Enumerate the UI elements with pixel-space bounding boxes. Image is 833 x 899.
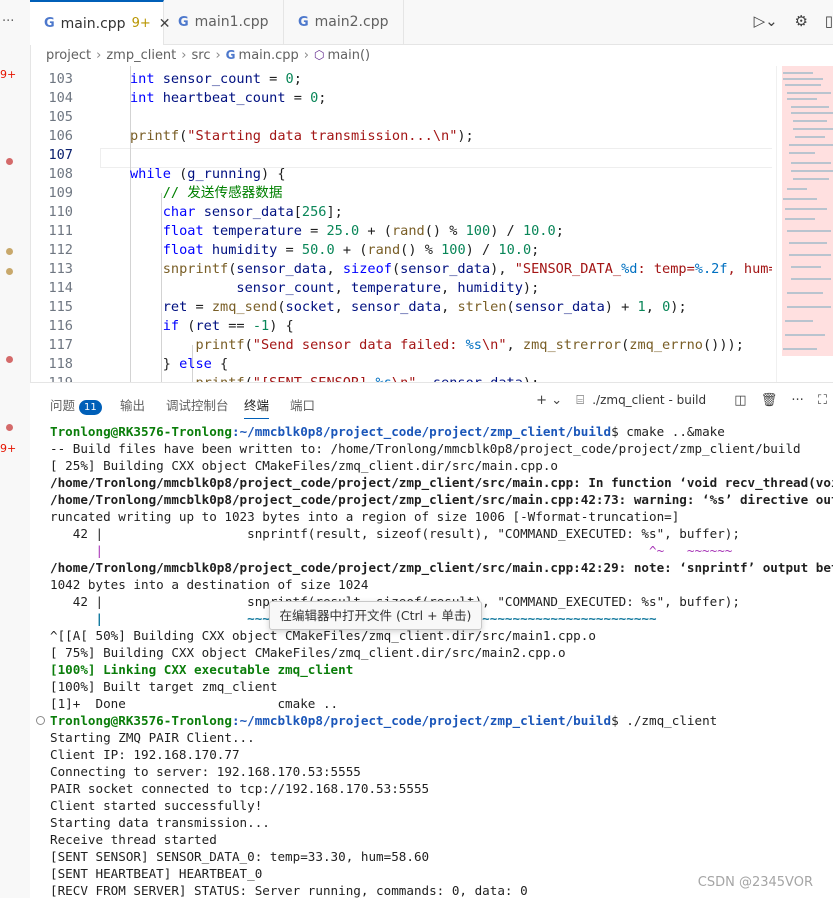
terminal-line: Tronlong@RK3576-Tronlong:~/mmcblk0p8/pro… (50, 424, 725, 439)
breakpoint-dot (6, 424, 13, 431)
function-icon: ⬡ (314, 48, 325, 62)
command-decoration-icon[interactable] (36, 716, 45, 725)
more-icon[interactable]: ··· (791, 393, 803, 408)
code-editor[interactable]: 103 int sensor_count = 0; 104 int heartbea… (30, 66, 772, 382)
maximize-panel-icon[interactable]: ⛶ (818, 393, 827, 408)
split-terminal-icon[interactable]: ◫ (734, 393, 746, 408)
terminal-line: Tronlong@RK3576-Tronlong:~/mmcblk0p8/pro… (50, 713, 718, 728)
more-icon[interactable]: ··· (2, 14, 14, 29)
cpp-file-icon: G (44, 16, 55, 31)
terminal-line: Client IP: 192.168.170.77 (50, 747, 240, 762)
tab-ports[interactable]: 端口 (290, 395, 315, 414)
tab-problem-count: 9+ (131, 16, 151, 31)
terminal-line: [SENT HEARTBEAT] HEARTBEAT_0 (50, 866, 263, 881)
terminal-output[interactable]: Tronlong@RK3576-Tronlong:~/mmcblk0p8/pro… (50, 421, 833, 899)
tab-label: main2.cpp (314, 14, 389, 30)
breakpoint-dot (6, 356, 13, 363)
chevron-right-icon: › (96, 47, 102, 63)
problem-count-badge: 11 (79, 400, 102, 415)
breadcrumb: project › zmp_client › src › Gmain.cpp › ⬡ ma… (46, 44, 370, 66)
editor-actions: ▷⌄ ⚙ ▯ (742, 12, 833, 30)
terminal-line: Connecting to server: 192.168.170.53:555… (50, 764, 361, 779)
terminal-line: [RECV FROM SERVER] STATUS: Server runnin… (50, 883, 528, 898)
breakpoint-dot (6, 268, 13, 275)
watermark: CSDN @2345VOR (697, 875, 813, 890)
terminal-line: [ 75%] Building CXX object CMakeFiles/zm… (50, 645, 566, 660)
terminal-line: [100%] Linking CXX executable zmq_client (50, 662, 354, 677)
minimap-error-region (782, 66, 833, 356)
terminal-line: [SENT SENSOR] SENSOR_DATA_0: temp=33.30,… (50, 849, 430, 864)
bottom-panel: 问题 11 输出 调试控制台 终端 端口 + ⌄ ⌸ ./zmq_client -… (30, 382, 833, 899)
terminal-line: /home/Tronlong/mmcblk0p8/project_code/pr… (50, 492, 833, 507)
link-tooltip: 在编辑器中打开文件 (Ctrl + 单击) (269, 601, 482, 630)
terminal-line: | ^~ ~~~~~~ (50, 543, 733, 558)
chevron-right-icon: › (303, 47, 309, 63)
run-debug-icon[interactable]: ▷⌄ (754, 12, 778, 30)
chevron-right-icon: › (215, 47, 221, 63)
trash-icon[interactable]: 🗑 (761, 393, 778, 408)
activity-strip: ··· 9+ 9+ (0, 0, 31, 898)
tab-label: main.cpp (60, 15, 126, 32)
tab-problems[interactable]: 问题 11 (50, 395, 102, 415)
breadcrumb-item[interactable]: zmp_client (106, 48, 176, 63)
terminal-line: 42 | snprintf(result, sizeof(result), "C… (50, 526, 740, 541)
terminal-line: Client started successfully! (50, 798, 263, 813)
breadcrumb-item[interactable]: project (46, 48, 91, 63)
terminal-icon: ⌸ (576, 393, 585, 408)
breadcrumb-item[interactable]: src (191, 48, 210, 63)
cpp-file-icon: G (178, 14, 189, 30)
terminal-line: Starting data transmission... (50, 815, 270, 830)
tab-main1-cpp[interactable]: G main1.cpp (164, 0, 284, 44)
split-editor-icon[interactable]: ▯ (825, 12, 833, 30)
terminal-line: /home/Tronlong/mmcblk0p8/project_code/pr… (50, 560, 833, 575)
editor-tab-bar: G main.cpp 9+ ✕ G main1.cpp G main2.cpp … (30, 0, 833, 45)
breadcrumb-item[interactable]: main() (327, 48, 370, 63)
tab-main-cpp[interactable]: G main.cpp 9+ ✕ (30, 0, 170, 45)
panel-tab-bar: 问题 11 输出 调试控制台 终端 端口 + ⌄ ⌸ ./zmq_client -… (30, 383, 833, 423)
tab-label: main1.cpp (194, 14, 269, 30)
error-count-badge: 9+ (0, 442, 17, 455)
new-terminal-icon[interactable]: + (536, 393, 547, 408)
terminal-line: [1]+ Done cmake .. (50, 696, 339, 711)
error-count-badge: 9+ (0, 68, 17, 81)
minimap[interactable] (776, 66, 833, 382)
terminal-line: Starting ZMQ PAIR Client... (50, 730, 255, 745)
chevron-right-icon: › (181, 47, 187, 63)
chevron-down-icon[interactable]: ⌄ (551, 393, 562, 408)
breakpoint-dot (6, 248, 13, 255)
terminal-title[interactable]: ./zmq_client - build (592, 393, 706, 407)
terminal-line: PAIR socket connected to tcp://192.168.1… (50, 781, 430, 796)
terminal-line: -- Build files have been written to: /ho… (50, 441, 801, 456)
gear-icon[interactable]: ⚙ (795, 12, 808, 30)
tab-output[interactable]: 输出 (120, 395, 145, 414)
terminal-line: [ 25%] Building CXX object CMakeFiles/zm… (50, 458, 558, 473)
cpp-file-icon: G (298, 14, 309, 30)
tab-debug-console[interactable]: 调试控制台 (166, 395, 229, 414)
terminal-line: [100%] Built target zmq_client (50, 679, 278, 694)
cpp-file-icon: G (225, 48, 236, 62)
breakpoint-dot (6, 158, 13, 165)
tab-terminal[interactable]: 终端 (244, 395, 270, 419)
terminal-line: /home/Tronlong/mmcblk0p8/project_code/pr… (50, 475, 833, 490)
terminal-line: Receive thread started (50, 832, 217, 847)
terminal-actions: + ⌄ ⌸ ./zmq_client - build ◫ 🗑 ··· ⛶ (536, 393, 827, 408)
breadcrumb-item[interactable]: main.cpp (239, 48, 299, 63)
terminal-line: 1042 bytes into a destination of size 10… (50, 577, 369, 592)
terminal-line: runcated writing up to 1023 bytes into a… (50, 509, 680, 524)
tab-main2-cpp[interactable]: G main2.cpp (284, 0, 404, 44)
